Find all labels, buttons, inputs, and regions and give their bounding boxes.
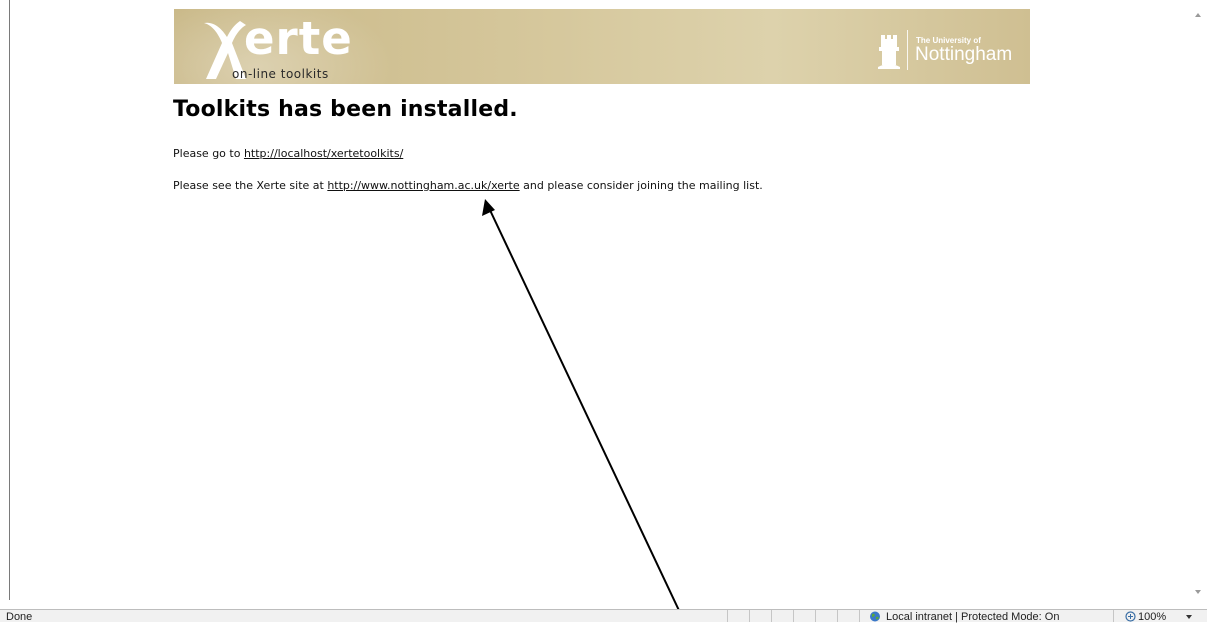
xerte-logo-text: erte <box>244 12 353 65</box>
status-divider <box>837 610 838 622</box>
xerte-banner: erte on-line toolkits The University of … <box>174 9 1030 84</box>
xerte-site-prefix: Please see the Xerte site at <box>173 179 328 192</box>
xerte-tagline: on-line toolkits <box>232 67 329 81</box>
instruction-paragraph: Please go to http://localhost/xertetoolk… <box>173 147 403 160</box>
status-divider <box>727 610 728 622</box>
status-divider <box>793 610 794 622</box>
vertical-scrollbar[interactable] <box>1191 0 1207 610</box>
xerte-site-link[interactable]: http://www.nottingham.ac.uk/xerte <box>327 179 519 192</box>
annotation-arrow-line <box>488 207 685 621</box>
status-divider <box>771 610 772 622</box>
page-heading: Toolkits has been installed. <box>173 97 518 122</box>
status-divider <box>749 610 750 622</box>
status-divider <box>859 610 860 622</box>
security-zone-text[interactable]: Local intranet | Protected Mode: On <box>886 610 1059 624</box>
university-name: Nottingham <box>915 44 1013 65</box>
nottingham-crest-icon <box>878 35 900 69</box>
localhost-link[interactable]: http://localhost/xertetoolkits/ <box>244 147 403 160</box>
instruction-prefix: Please go to <box>173 147 244 160</box>
xerte-site-paragraph: Please see the Xerte site at http://www.… <box>173 179 763 192</box>
status-text: Done <box>6 611 33 623</box>
logo-divider <box>907 30 908 70</box>
annotation-arrow <box>482 199 685 621</box>
status-bar: Done Local intranet | Protected Mode: On… <box>0 609 1207 624</box>
status-divider <box>815 610 816 622</box>
zoom-icon[interactable] <box>1125 611 1136 622</box>
globe-icon <box>870 611 880 622</box>
status-divider <box>1113 610 1114 622</box>
zoom-level[interactable]: 100% <box>1138 610 1166 624</box>
scroll-down-arrow-icon[interactable] <box>1195 590 1201 594</box>
annotation-arrowhead <box>482 199 495 216</box>
page-left-border <box>9 0 10 600</box>
chevron-down-icon[interactable] <box>1186 615 1192 619</box>
xerte-site-suffix: and please consider joining the mailing … <box>519 179 763 192</box>
scroll-up-arrow-icon[interactable] <box>1195 13 1201 17</box>
